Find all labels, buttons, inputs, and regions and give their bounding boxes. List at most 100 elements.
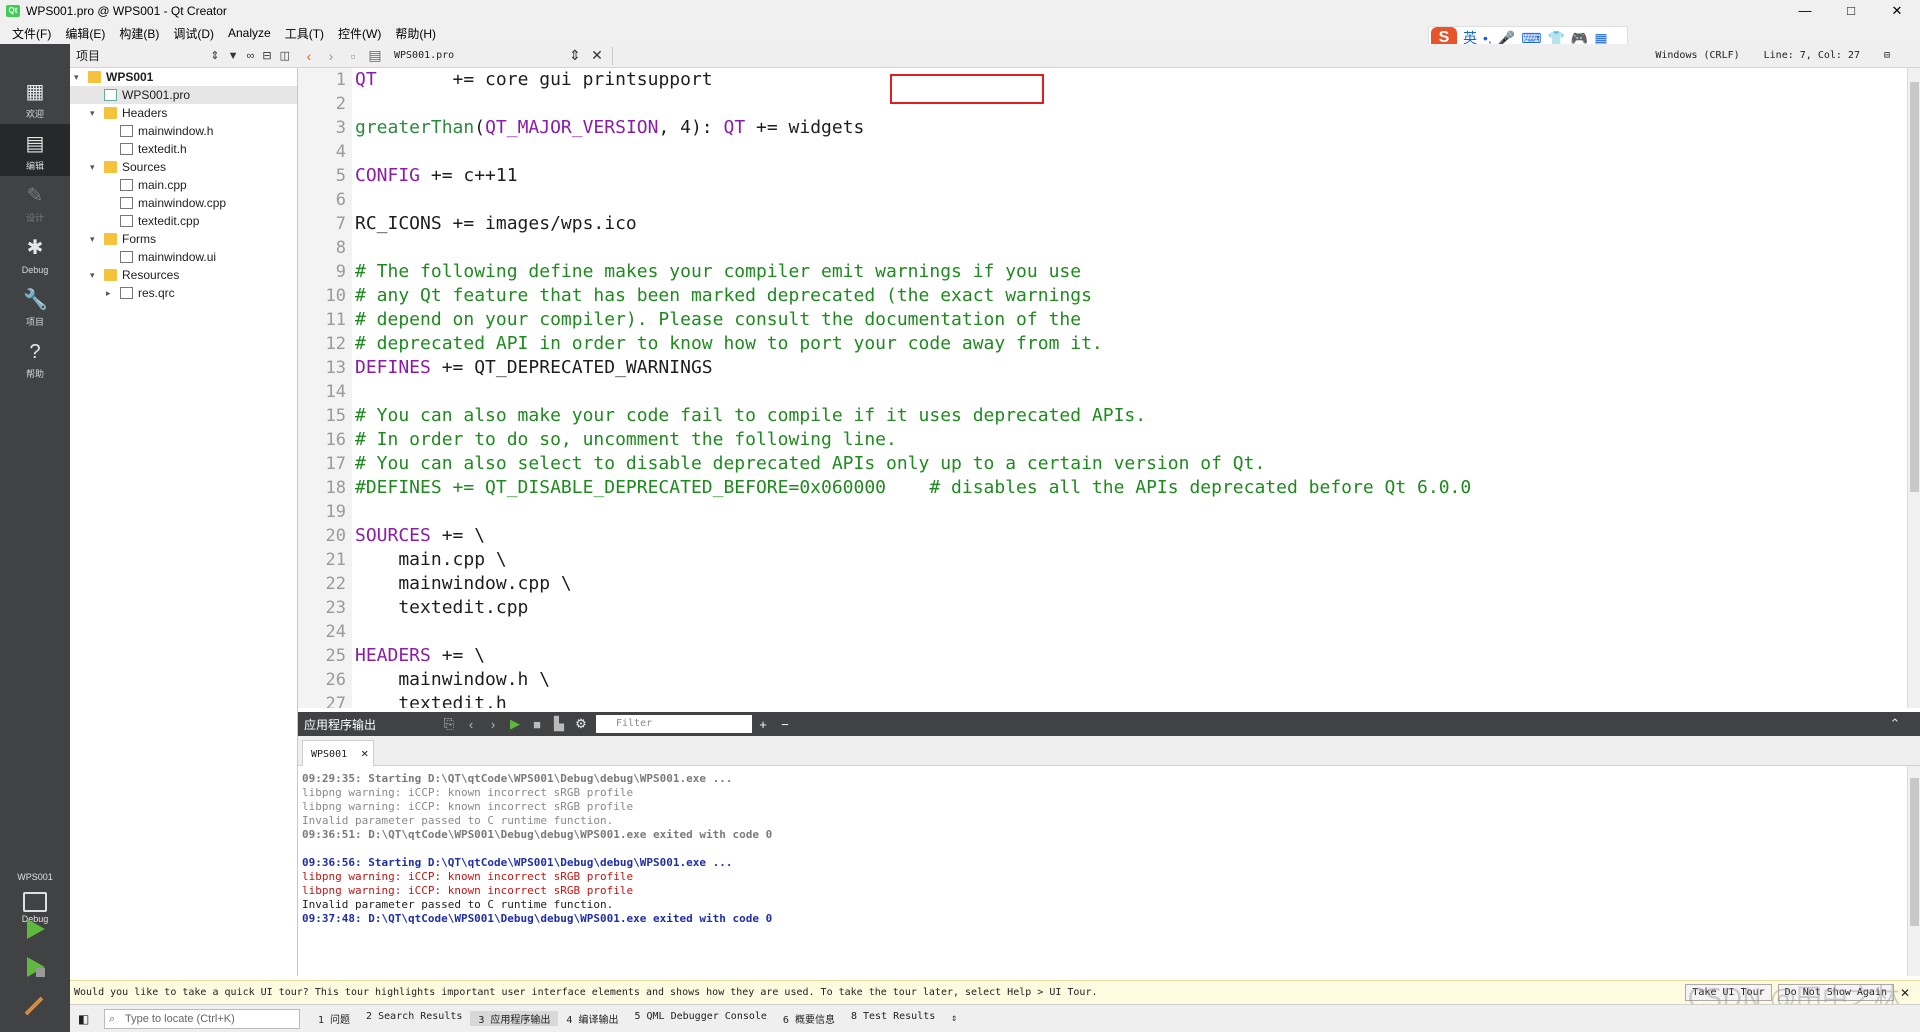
menu-item[interactable]: Analyze (222, 26, 279, 40)
stop-icon[interactable]: ■ (526, 717, 548, 732)
settings-gear-icon[interactable]: ⚙ (570, 716, 592, 732)
tree-item[interactable]: ▸ res.qrc (70, 284, 297, 302)
tree-item[interactable]: WPS001.pro (70, 86, 297, 104)
code-token: # You can also select to disable depreca… (355, 453, 1266, 474)
code-token: SOURCES (355, 525, 431, 546)
collapse-arrow-icon[interactable]: ▾ (90, 158, 100, 176)
tree-item[interactable]: textedit.h (70, 140, 297, 158)
tree-item-label: mainwindow.ui (138, 250, 217, 264)
build-button[interactable] (22, 992, 48, 1018)
attach-debugger-icon[interactable]: ▙ (548, 716, 570, 732)
minimize-button[interactable]: — (1782, 0, 1828, 22)
menu-item[interactable]: 控件(W) (332, 25, 389, 42)
mode-help[interactable]: ? 帮助 (0, 332, 70, 384)
split-editor-icon[interactable]: ⊟ (1884, 50, 1890, 61)
code-token: QT (723, 117, 746, 138)
editor-scrollbar[interactable] (1907, 68, 1920, 708)
line-number: 5 (335, 166, 346, 186)
output-pane-tab[interactable]: 6 概要信息 (775, 1011, 843, 1026)
output-filter-input[interactable]: Filter (596, 715, 752, 733)
output-pane-tab[interactable]: 8 Test Results (843, 1011, 943, 1026)
collapse-arrow-icon[interactable]: ▾ (74, 68, 84, 86)
dropdown-arrows-icon[interactable]: ⇕ (210, 49, 219, 62)
tree-item[interactable]: ▾ Headers (70, 104, 297, 122)
collapse-arrow-icon[interactable]: ▾ (90, 104, 100, 122)
more-panes-icon[interactable]: ⇕ (943, 1013, 965, 1024)
menu-item[interactable]: 编辑(E) (59, 25, 113, 42)
code-editor[interactable]: 1 QT += core gui printsupport 2 3 greaterTha… (298, 68, 1907, 708)
document-name[interactable]: WPS001.pro (394, 50, 564, 61)
close-tab-icon[interactable]: ✕ (361, 746, 368, 760)
output-pane-tab[interactable]: 4 编译输出 (558, 1011, 626, 1026)
tree-item[interactable]: mainwindow.ui (70, 248, 297, 266)
document-dropdown-icon[interactable]: ⇕ (564, 47, 586, 64)
next-icon[interactable]: › (482, 717, 504, 732)
menu-item[interactable]: 工具(T) (279, 25, 332, 42)
close-document-icon[interactable]: ✕ (586, 47, 608, 64)
folder-icon (88, 71, 101, 83)
prev-icon[interactable]: ‹ (460, 717, 482, 732)
code-text: RC_ICONS += images/wps.ico (355, 212, 637, 236)
maximize-button[interactable]: □ (1828, 0, 1874, 22)
tree-item[interactable]: main.cpp (70, 176, 297, 194)
cursor-position[interactable]: Line: 7, Col: 27 (1764, 50, 1860, 61)
tree-item[interactable]: ▾ WPS001 (70, 68, 297, 86)
code-token: DEFINES (355, 357, 431, 378)
mode-bar: ▦ 欢迎 ▤ 编辑 ✎ 设计 ✱ Debug 🔧 项目 ? 帮助 WPS001 … (0, 44, 70, 1032)
output-pane-tab[interactable]: 3 应用程序输出 (470, 1011, 559, 1026)
mode-edit[interactable]: ▤ 编辑 (0, 124, 70, 176)
mode-debug[interactable]: ✱ Debug (0, 228, 70, 280)
code-token: += core gui (376, 69, 583, 90)
locator-input[interactable]: ⌕ Type to locate (Ctrl+K) (104, 1008, 300, 1029)
tree-item[interactable]: ▾ Resources (70, 266, 297, 284)
debug-run-button[interactable] (22, 954, 48, 980)
collapse-arrow-icon[interactable]: ▾ (90, 266, 100, 284)
run-button[interactable] (22, 916, 48, 942)
application-output[interactable]: 09:29:35: Starting D:\QT\qtCode\WPS001\D… (298, 766, 1907, 976)
close-button[interactable]: ✕ (1874, 0, 1920, 22)
attach-icon[interactable]: ⎘ (438, 716, 460, 732)
code-token: QT (355, 69, 377, 90)
close-panel-icon[interactable]: ◫ (280, 49, 290, 62)
tree-item[interactable]: mainwindow.h (70, 122, 297, 140)
file-icon (120, 287, 133, 299)
output-scrollbar[interactable] (1907, 766, 1920, 976)
tree-item-label: Forms (122, 232, 156, 246)
code-text: # In order to do so, uncomment the follo… (355, 428, 897, 452)
tree-item[interactable]: mainwindow.cpp (70, 194, 297, 212)
menu-item[interactable]: 帮助(H) (389, 25, 444, 42)
line-number: 23 (325, 598, 346, 618)
file-icon (120, 125, 133, 137)
mode-design[interactable]: ✎ 设计 (0, 176, 70, 228)
mode-projects[interactable]: 🔧 项目 (0, 280, 70, 332)
menu-item[interactable]: 文件(F) (6, 25, 59, 42)
output-tab[interactable]: WPS001 ✕ (302, 740, 374, 766)
mode-welcome[interactable]: ▦ 欢迎 (0, 72, 70, 124)
toggle-sidebar-icon[interactable]: ◧ (78, 1012, 89, 1026)
menu-item[interactable]: 调试(D) (167, 25, 222, 42)
forward-icon[interactable]: › (320, 48, 342, 64)
zoom-in-icon[interactable]: + (752, 717, 774, 732)
collapse-arrow-icon[interactable]: ▾ (90, 230, 100, 248)
output-pane-tab[interactable]: 1 问题 (310, 1011, 358, 1026)
link-icon[interactable]: ∞ (247, 50, 255, 62)
split-icon[interactable]: ⊟ (262, 49, 271, 62)
output-pane-tab[interactable]: 2 Search Results (358, 1011, 470, 1026)
infobar-close-icon[interactable]: ✕ (1900, 986, 1920, 1000)
menu-item[interactable]: 构建(B) (113, 25, 167, 42)
project-panel-title[interactable]: 项目 (76, 47, 210, 64)
output-pane-tab[interactable]: 5 QML Debugger Console (626, 1011, 774, 1026)
back-icon[interactable]: ‹ (298, 48, 320, 64)
code-token: # depend on your compiler). Please consu… (355, 309, 1082, 330)
maximize-pane-icon[interactable]: ⌃ (1884, 716, 1906, 732)
tree-item[interactable]: ▾ Forms (70, 230, 297, 248)
tree-item[interactable]: textedit.cpp (70, 212, 297, 230)
folder-icon (104, 269, 117, 281)
expand-arrow-icon[interactable]: ▸ (106, 284, 116, 302)
code-token: += c++11 (420, 165, 518, 186)
zoom-out-icon[interactable]: − (774, 717, 796, 732)
filter-icon[interactable]: ▼ (228, 50, 239, 62)
rerun-icon[interactable]: ▶ (504, 716, 526, 732)
line-ending[interactable]: Windows (CRLF) (1655, 50, 1739, 61)
tree-item[interactable]: ▾ Sources (70, 158, 297, 176)
